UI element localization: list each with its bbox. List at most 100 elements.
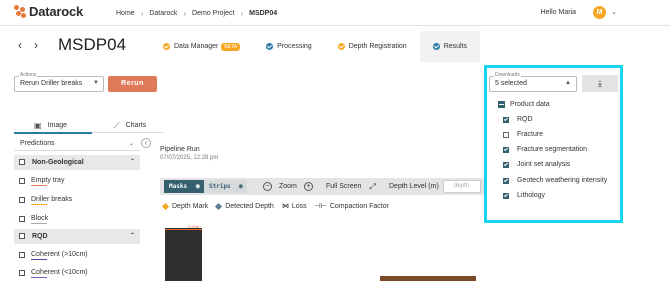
list-item-block[interactable]: Block <box>14 213 140 226</box>
item-label: Block <box>31 215 49 222</box>
warning-check-icon <box>337 43 345 50</box>
tab-image-label: Image <box>47 122 68 129</box>
actions-value: Rerun Driller breaks <box>20 80 83 87</box>
check-circle-icon <box>266 43 274 50</box>
expand-icon: ⤢ <box>369 181 376 191</box>
highlight-frame <box>484 65 623 223</box>
legend-compaction: ⊣⊢ Compaction Factor <box>314 202 389 211</box>
caret-down-icon: ▼ <box>93 80 99 86</box>
legend-label: Loss <box>291 202 307 210</box>
masks-toggle[interactable]: Masks ◉ <box>164 180 204 193</box>
logo[interactable]: Datarock <box>14 4 83 19</box>
group-title: RQD <box>32 233 48 240</box>
tab-charts[interactable]: ⟋ Charts <box>114 118 146 133</box>
breadcrumb: Home › Datarock › Demo Project › MSDP04 <box>116 9 277 18</box>
core-tray-photo <box>380 276 476 281</box>
fullscreen-label: Full Screen <box>326 183 362 190</box>
zoom-in-icon[interactable]: + <box>303 182 313 191</box>
tab-charts-label: Charts <box>125 122 147 129</box>
active-tab-indicator <box>14 132 92 134</box>
masks-label: Masks <box>169 183 188 190</box>
tab-label: Depth Registration <box>348 43 407 50</box>
item-checkbox[interactable] <box>19 252 25 258</box>
bowtie-icon: ⋈ <box>281 203 289 210</box>
item-checkbox[interactable] <box>19 197 25 203</box>
depth-line <box>165 229 202 230</box>
predictions-select[interactable]: Predictions ⌄ <box>14 137 140 151</box>
zoom-label: Zoom <box>279 183 297 190</box>
item-checkbox[interactable] <box>19 270 25 276</box>
color-swatch <box>31 223 47 224</box>
tab-image[interactable]: ▣ Image <box>34 118 67 133</box>
color-swatch <box>31 259 47 260</box>
core-strip-image <box>165 228 202 281</box>
legend: Depth Mark Detected Depth ⋈ Loss ⊣⊢ Comp… <box>161 202 397 211</box>
breadcrumb-home[interactable]: Home <box>116 10 135 17</box>
breadcrumb-project[interactable]: Demo Project <box>192 10 234 17</box>
legend-depth-mark: Depth Mark <box>161 202 209 210</box>
image-toolbar: Masks ◉ Strips ◉ − Zoom + Full Screen ⤢ … <box>160 178 486 195</box>
actions-select[interactable]: Actions Rerun Driller breaks ▼ <box>14 72 104 92</box>
chevron-down-icon: ⌄ <box>128 141 134 147</box>
item-label: Coherent (<10cm) <box>31 269 88 276</box>
zoom-out-icon[interactable]: − <box>263 182 272 191</box>
item-checkbox[interactable] <box>19 178 25 184</box>
tab-data-manager[interactable]: Data Manager BETA <box>150 31 253 62</box>
breadcrumb-datarock[interactable]: Datarock <box>149 10 177 17</box>
tab-depth-registration[interactable]: Depth Registration <box>325 31 420 62</box>
chevron-up-icon[interactable]: ⌃ <box>130 158 135 165</box>
datarock-logo-icon <box>14 5 27 18</box>
list-item-coherent-lt10[interactable]: Coherent (<10cm) <box>14 267 140 280</box>
logo-text: Datarock <box>29 4 84 19</box>
color-swatch <box>31 277 47 278</box>
eye-icon: ◉ <box>238 182 243 190</box>
run-date: 07/07/2025, 12:28 pm <box>160 155 219 161</box>
tab-processing[interactable]: Processing <box>253 31 325 62</box>
legend-label: Compaction Factor <box>329 202 389 210</box>
predictions-label: Predictions <box>20 140 55 147</box>
group-checkbox[interactable] <box>19 159 25 165</box>
zoom-controls: − Zoom + <box>256 178 320 195</box>
actions-label: Actions <box>19 72 38 78</box>
group-non-geological[interactable]: Non-Geological ⌃ <box>14 155 140 170</box>
chevron-down-icon[interactable]: ⌄ <box>611 8 617 16</box>
tab-label: Data Manager <box>174 43 219 50</box>
list-item-empty-tray[interactable]: Empty tray <box>14 175 140 188</box>
beta-badge: BETA <box>221 42 241 51</box>
chevron-up-icon[interactable]: ⌃ <box>130 232 135 239</box>
legend-loss: ⋈ Loss <box>281 202 307 211</box>
next-arrow-icon[interactable]: › <box>34 38 38 52</box>
chevron-right-icon: › <box>140 9 144 18</box>
collapse-sidebar-button[interactable]: ‹ <box>141 138 151 148</box>
legend-label: Depth Mark <box>172 202 209 210</box>
avatar[interactable]: M <box>593 6 606 19</box>
group-checkbox[interactable] <box>19 233 25 239</box>
legend-detected-depth: Detected Depth <box>215 202 274 210</box>
item-label: Coherent (>10cm) <box>31 251 88 258</box>
previous-arrow-icon[interactable]: ‹ <box>18 38 22 52</box>
item-checkbox[interactable] <box>19 216 25 222</box>
depth-marker-label: 0.00m <box>188 224 200 229</box>
strips-toggle[interactable]: Strips ◉ <box>204 180 247 193</box>
group-rqd[interactable]: RQD ⌃ <box>14 229 140 244</box>
trend-chart-icon: ⟋ <box>114 120 120 130</box>
color-swatch <box>31 204 47 205</box>
diamond-icon <box>215 202 223 210</box>
list-item-driller-breaks[interactable]: Driller breaks <box>14 194 140 207</box>
item-label: Empty tray <box>31 177 65 184</box>
item-label: Driller breaks <box>31 196 73 203</box>
fullscreen-button[interactable]: Full Screen ⤢ <box>326 178 376 195</box>
tab-results[interactable]: Results <box>419 31 481 62</box>
depth-level-label: Depth Level (m) <box>389 183 439 190</box>
list-item-coherent-gt10[interactable]: Coherent (>10cm) <box>14 249 140 262</box>
chevron-right-icon: › <box>240 9 244 18</box>
eye-icon: ◉ <box>195 182 200 190</box>
page-title: MSDP04 <box>58 35 127 54</box>
diamond-icon <box>161 202 170 210</box>
depth-input[interactable]: depth <box>443 180 481 193</box>
compaction-icon: ⊣⊢ <box>314 203 327 210</box>
legend-label: Detected Depth <box>225 202 274 210</box>
page-header: ‹ › MSDP04 Data Manager BETA Processing D… <box>0 26 670 62</box>
rerun-button[interactable]: Rerun <box>108 76 157 92</box>
group-title: Non-Geological <box>32 159 84 166</box>
